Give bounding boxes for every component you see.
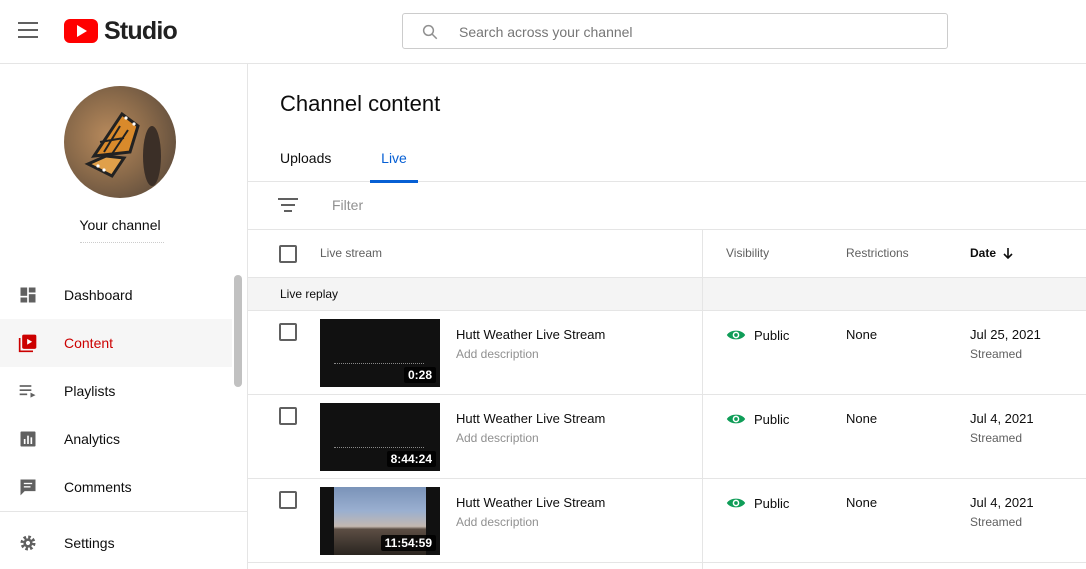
duration-badge: 8:44:24: [386, 451, 436, 467]
sidebar-item-comments[interactable]: Comments: [0, 463, 232, 511]
sidebar-item-label: Analytics: [64, 431, 121, 447]
duration-badge: 0:28: [403, 367, 436, 383]
dashboard-icon: [20, 287, 36, 303]
date-value: Jul 25, 2021: [970, 327, 1041, 342]
top-bar: Studio: [0, 0, 1086, 64]
video-thumbnail[interactable]: 8:44:24: [320, 403, 440, 471]
row-checkbox[interactable]: [279, 323, 297, 341]
column-header-live-stream: Live stream: [320, 246, 383, 260]
channel-avatar[interactable]: [64, 86, 176, 198]
sidebar-divider: [0, 511, 247, 512]
column-header-date[interactable]: Date: [970, 246, 1014, 260]
restrictions-value: None: [846, 327, 878, 342]
date-value: Jul 4, 2021: [970, 495, 1034, 510]
visibility-selector[interactable]: Public: [726, 409, 789, 429]
search-box[interactable]: [402, 13, 948, 49]
select-all-checkbox[interactable]: [279, 245, 297, 263]
table-header: Live stream Visibility Restrictions Date: [248, 230, 1086, 278]
table-row[interactable]: 11:54:59 Hutt Weather Live Stream Add de…: [248, 479, 1086, 563]
column-header-restrictions: Restrictions: [846, 246, 909, 260]
your-channel-label[interactable]: Your channel: [0, 217, 240, 233]
comments-icon: [20, 479, 36, 496]
sidebar-scrollbar[interactable]: [234, 275, 242, 387]
youtube-logo-icon: [64, 19, 98, 43]
analytics-icon: [20, 431, 36, 447]
restrictions-value: None: [846, 495, 878, 510]
filter-bar: Filter: [248, 182, 1086, 230]
column-header-visibility: Visibility: [726, 246, 770, 260]
tab-live[interactable]: Live: [370, 139, 418, 183]
column-header-date-label: Date: [970, 246, 997, 260]
eye-icon: [726, 498, 746, 508]
table-row[interactable]: 8:44:24 Hutt Weather Live Stream Add des…: [248, 395, 1086, 479]
content-tabs: Uploads Live: [248, 139, 1086, 183]
search-icon[interactable]: [421, 23, 439, 41]
sidebar-item-label: Comments: [64, 479, 132, 495]
search-input[interactable]: [459, 21, 919, 43]
sidebar-item-label: Playlists: [64, 383, 116, 399]
visibility-label: Public: [754, 327, 790, 343]
visibility-label: Public: [754, 495, 790, 511]
section-label: Live replay: [280, 287, 339, 301]
duration-badge: 11:54:59: [380, 535, 436, 551]
eye-icon: [726, 330, 746, 340]
video-title[interactable]: Hutt Weather Live Stream: [456, 495, 605, 510]
video-title[interactable]: Hutt Weather Live Stream: [456, 327, 605, 342]
sort-down-arrow-icon: [1003, 248, 1013, 260]
tab-uploads[interactable]: Uploads: [280, 139, 331, 182]
sidebar: Your channel Dashboard Content Playlists: [0, 64, 248, 569]
sidebar-item-label: Dashboard: [64, 287, 133, 303]
page-title: Channel content: [280, 91, 441, 116]
video-description[interactable]: Add description: [456, 515, 539, 529]
sidebar-item-settings[interactable]: Settings: [0, 519, 232, 567]
sidebar-item-analytics[interactable]: Analytics: [0, 415, 232, 463]
sidebar-nav: Dashboard Content Playlists Analytics Co…: [0, 271, 232, 511]
playlists-icon: [19, 385, 36, 398]
restrictions-value: None: [846, 411, 878, 426]
filter-input[interactable]: Filter: [332, 197, 363, 213]
date-value: Jul 4, 2021: [970, 411, 1034, 426]
sidebar-item-dashboard[interactable]: Dashboard: [0, 271, 232, 319]
video-description[interactable]: Add description: [456, 347, 539, 361]
date-status: Streamed: [970, 347, 1023, 361]
channel-name-placeholder: [80, 242, 164, 244]
column-divider: [702, 230, 703, 569]
visibility-selector[interactable]: Public: [726, 325, 789, 345]
live-replay-section-header: Live replay: [248, 278, 1086, 311]
video-title[interactable]: Hutt Weather Live Stream: [456, 411, 605, 426]
butterfly-image: [84, 111, 161, 186]
sidebar-item-label: Content: [64, 335, 114, 351]
sidebar-item-playlists[interactable]: Playlists: [0, 367, 232, 415]
visibility-label: Public: [754, 411, 790, 427]
gear-icon: [20, 535, 36, 551]
date-status: Streamed: [970, 515, 1023, 529]
studio-logo[interactable]: Studio: [64, 16, 178, 45]
video-thumbnail[interactable]: 0:28: [320, 319, 440, 387]
row-checkbox[interactable]: [279, 491, 297, 509]
date-status: Streamed: [970, 431, 1023, 445]
menu-icon[interactable]: [18, 22, 38, 38]
main-content: Channel content Uploads Live Filter Live…: [248, 64, 1086, 569]
video-thumbnail[interactable]: 11:54:59: [320, 487, 440, 555]
row-checkbox[interactable]: [279, 407, 297, 425]
video-description[interactable]: Add description: [456, 431, 539, 445]
visibility-selector[interactable]: Public: [726, 493, 789, 513]
filter-icon[interactable]: [278, 198, 298, 214]
sidebar-item-label: Settings: [64, 535, 115, 551]
sidebar-item-content[interactable]: Content: [0, 319, 232, 367]
content-icon: [18, 334, 37, 353]
table-row[interactable]: 0:28 Hutt Weather Live Stream Add descri…: [248, 311, 1086, 395]
eye-icon: [726, 414, 746, 424]
logo-text: Studio: [104, 16, 178, 45]
